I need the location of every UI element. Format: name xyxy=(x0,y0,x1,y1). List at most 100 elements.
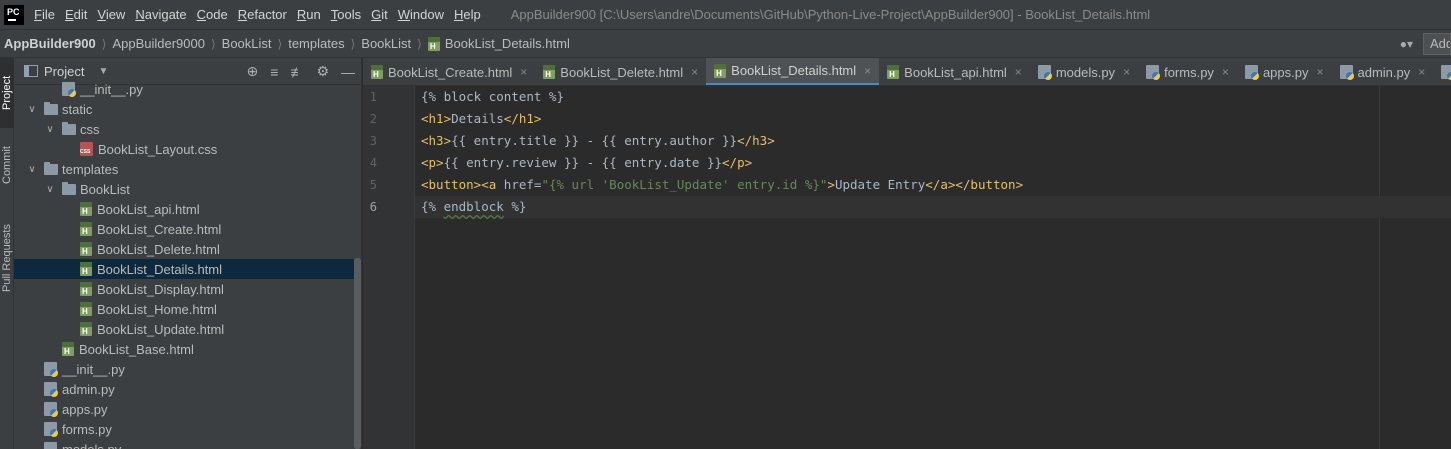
menu-view[interactable]: View xyxy=(97,7,125,22)
breadcrumb-item[interactable]: AppBuilder9000 xyxy=(112,36,205,51)
tree-item-label: templates xyxy=(62,161,119,177)
breadcrumb-item[interactable]: BookList xyxy=(361,36,411,51)
code-line[interactable]: {% block content %} xyxy=(415,86,1451,108)
editor-tab[interactable]: BookList_api.html × xyxy=(879,58,1030,85)
editor-tab[interactable]: apps.py × xyxy=(1237,58,1332,85)
html-file-icon xyxy=(80,282,92,296)
tree-item[interactable]: BookList_Display.html xyxy=(14,279,354,299)
tree-item[interactable]: BookList_Delete.html xyxy=(14,239,354,259)
close-icon[interactable]: × xyxy=(1316,65,1323,79)
minimize-icon[interactable]: — xyxy=(341,64,355,80)
tree-item[interactable]: BookList_api.html xyxy=(14,199,354,219)
code-editor[interactable]: {% block content %} <h1>Details</h1> <h3>{… xyxy=(415,86,1451,449)
menu-refactor[interactable]: Refactor xyxy=(238,7,287,22)
folder-icon xyxy=(44,161,58,175)
menu-help[interactable]: Help xyxy=(454,7,481,22)
menu-edit[interactable]: Edit xyxy=(65,7,87,22)
editor-tab[interactable]: BookList_Create.html × xyxy=(363,58,535,85)
editor-tab[interactable]: BookList_Delete.html × xyxy=(535,58,706,85)
html-file-icon xyxy=(371,65,383,79)
menu-tools[interactable]: Tools xyxy=(331,7,361,22)
close-icon[interactable]: × xyxy=(691,65,698,79)
tree-item[interactable]: forms.py xyxy=(14,419,354,439)
close-icon[interactable]: × xyxy=(1418,65,1425,79)
tree-item-label: BookList xyxy=(80,181,130,197)
code-token: Update Entry xyxy=(834,177,926,192)
html-file-icon xyxy=(80,302,92,316)
tree-item[interactable]: ∨ css xyxy=(14,119,354,139)
menu-file[interactable]: File xyxy=(34,7,55,22)
navbar-right: ●▾ Add Configuration... xyxy=(1400,30,1451,58)
tree-item[interactable]: admin.py xyxy=(14,379,354,399)
breadcrumb-item[interactable]: BookList xyxy=(222,36,272,51)
editor-tab[interactable]: models.py × xyxy=(1030,58,1138,85)
add-configuration-button[interactable]: Add Configuration... xyxy=(1423,33,1451,55)
locate-file-icon[interactable]: ⊕ xyxy=(247,63,259,80)
gear-icon[interactable]: ⚙ xyxy=(316,63,329,80)
chevron-down-icon[interactable]: ∨ xyxy=(26,104,38,115)
editor-tab[interactable]: forms.py × xyxy=(1138,58,1237,85)
project-panel-title[interactable]: Project xyxy=(44,64,84,79)
code-line[interactable]: <button><a href="{% url 'BookList_Update… xyxy=(415,174,1451,196)
tree-item[interactable]: BookList_Base.html xyxy=(14,339,354,359)
tree-item[interactable]: BookList_Layout.css xyxy=(14,139,354,159)
chevron-right-icon: ⟩ xyxy=(101,36,107,51)
tree-item[interactable]: ∨ static xyxy=(14,99,354,119)
tree-item-label: __init__.py xyxy=(80,81,143,97)
collapse-all-icon[interactable]: ≢ xyxy=(290,64,304,80)
close-icon[interactable]: × xyxy=(864,64,871,78)
code-token: Details xyxy=(451,111,504,126)
close-icon[interactable]: × xyxy=(1222,65,1229,79)
window-title: AppBuilder900 [C:\Users\andre\Documents\… xyxy=(510,7,1151,22)
project-tree-scrollbar[interactable] xyxy=(354,258,361,449)
tree-item[interactable]: models.py xyxy=(14,439,354,449)
python-file-icon xyxy=(44,382,58,397)
expand-all-icon[interactable]: ≡ xyxy=(270,64,278,80)
chevron-down-icon[interactable]: ∨ xyxy=(44,124,56,135)
menu-mnemonic: V xyxy=(97,7,106,22)
close-icon[interactable]: × xyxy=(1123,65,1130,79)
tree-item[interactable]: ∨ templates xyxy=(14,159,354,179)
project-tool-tab[interactable]: Project xyxy=(0,58,14,128)
chevron-down-icon[interactable]: ▼ xyxy=(98,66,108,77)
menu-mnemonic: W xyxy=(397,7,410,22)
tree-item[interactable]: BookList_Details.html xyxy=(14,259,354,279)
tree-item[interactable]: BookList_Update.html xyxy=(14,319,354,339)
user-account-icon[interactable]: ●▾ xyxy=(1400,37,1413,51)
tree-item[interactable]: apps.py xyxy=(14,399,354,419)
menu-mnemonic: G xyxy=(371,7,382,22)
code-token: > xyxy=(827,177,835,192)
breadcrumb-item[interactable]: templates xyxy=(288,36,344,51)
code-line[interactable]: {% endblock %} xyxy=(415,196,1451,218)
code-token: </a> xyxy=(925,177,956,192)
tree-item[interactable]: BookList_Home.html xyxy=(14,299,354,319)
breadcrumb-item[interactable]: BookList_Details.html xyxy=(427,36,570,51)
menu-navigate[interactable]: Navigate xyxy=(135,7,186,22)
line-number-gutter: 1 2 3 4 5 6 xyxy=(363,86,415,449)
code-line[interactable]: <p>{{ entry.review }} - {{ entry.date }}… xyxy=(415,152,1451,174)
chevron-down-icon[interactable]: ∨ xyxy=(26,164,38,175)
html-file-icon xyxy=(887,65,900,79)
tree-item[interactable]: __init__.py xyxy=(14,359,354,379)
tree-item[interactable]: ∨ BookList xyxy=(14,179,354,199)
menu-window[interactable]: Window xyxy=(398,7,444,22)
menu-mnemonic: H xyxy=(453,7,464,22)
menu-run[interactable]: Run xyxy=(297,7,321,22)
menu-code[interactable]: Code xyxy=(197,7,228,22)
pull-requests-tool-tab[interactable]: Pull Requests xyxy=(0,208,14,308)
commit-tool-tab[interactable]: Commit xyxy=(0,134,14,196)
breadcrumb-item[interactable]: AppBuilder900 xyxy=(4,36,96,51)
editor-tab[interactable]: BookList_Details.html × xyxy=(706,58,880,85)
editor-tab[interactable]: __init__.py× xyxy=(1433,58,1451,85)
tree-item[interactable]: __init__.py xyxy=(14,79,354,99)
close-icon[interactable]: × xyxy=(1015,65,1022,79)
menu-git[interactable]: Git xyxy=(371,7,388,22)
tree-item[interactable]: BookList_Create.html xyxy=(14,219,354,239)
html-file-icon xyxy=(714,63,727,78)
editor-tab[interactable]: admin.py × xyxy=(1332,58,1434,85)
code-line[interactable]: <h3>{{ entry.title }} - {{ entry.author … xyxy=(415,130,1451,152)
code-line[interactable]: <h1>Details</h1> xyxy=(415,108,1451,130)
chevron-down-icon[interactable]: ∨ xyxy=(44,184,56,195)
close-icon[interactable]: × xyxy=(520,65,527,79)
breadcrumb-label: BookList xyxy=(361,36,412,51)
